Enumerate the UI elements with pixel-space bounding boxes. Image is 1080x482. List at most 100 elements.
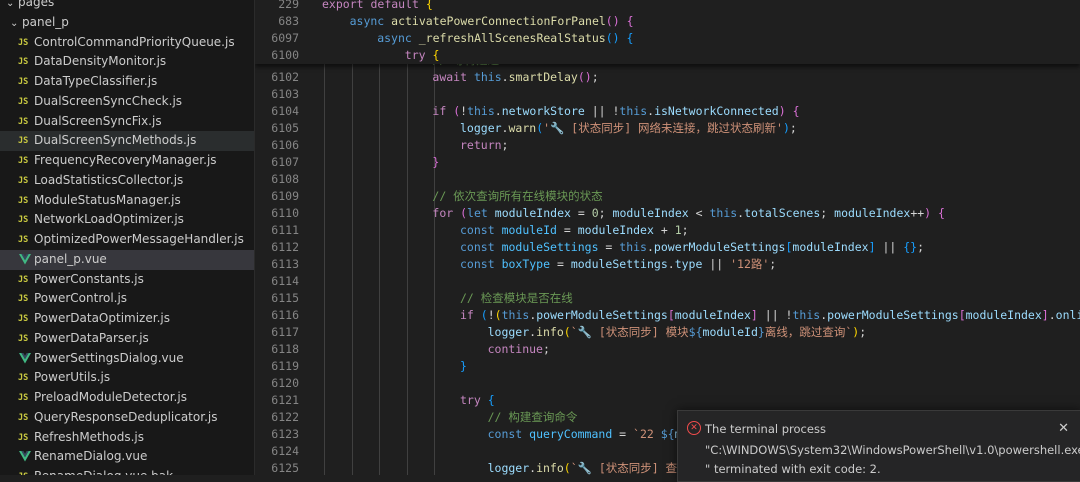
file-item[interactable]: JS LoadStatisticsCollector.js (0, 171, 254, 191)
code-token: . (501, 70, 509, 84)
code-token: // 构建查询命令 (487, 410, 578, 424)
code-line[interactable]: 6121 try { (255, 392, 1080, 409)
code-token: ; (820, 206, 835, 220)
file-item[interactable]: JS NetworkLoadOptimizer.js (0, 210, 254, 230)
code-line[interactable]: 6112 const moduleSettings = this.powerMod… (255, 239, 1080, 256)
code-token: `🔧 [状态同步] 模块 (570, 325, 689, 339)
file-item[interactable]: JS PowerControl.js (0, 289, 254, 309)
code-line[interactable]: 6103 (255, 86, 1080, 103)
code-token: // 依次查询所有在线模块的状态 (432, 189, 603, 203)
file-item[interactable]: JS PowerUtils.js (0, 368, 254, 388)
error-icon: ✕ (687, 421, 701, 435)
sticky-scroll-header[interactable]: 229 export default {683 async activatePowe… (255, 0, 1080, 64)
code-token: ${ (688, 325, 703, 339)
code-token: info (536, 461, 564, 475)
code-token: ] (868, 240, 876, 254)
file-label: ModuleStatusManager.js (34, 192, 181, 207)
code-token: default (370, 0, 419, 11)
code-editor[interactable]: 6101// 等待延迟6102await this.smartDelay();6… (255, 0, 1080, 475)
code-line[interactable]: 6108 (255, 171, 1080, 188)
file-item[interactable]: JS DualScreenSyncMethods.js (0, 131, 254, 151)
code-line[interactable]: 6111 const moduleId = moduleIndex + 1; (255, 222, 1080, 239)
code-token: } (460, 359, 467, 373)
file-item[interactable]: JS ControlCommandPriorityQueue.js (0, 33, 254, 53)
file-item[interactable]: panel_p.vue (0, 249, 254, 270)
code-token: () (605, 14, 620, 28)
folder-pages[interactable]: ⌄ pages (0, 0, 254, 13)
file-label: NetworkLoadOptimizer.js (34, 212, 184, 227)
code-line[interactable]: 6119} (255, 358, 1080, 375)
line-number: 6119 (271, 359, 299, 373)
code-token: ] (1041, 308, 1049, 322)
file-item[interactable]: JS RefreshMethods.js (0, 428, 254, 448)
code-line[interactable]: 6100 try { (255, 47, 1080, 64)
line-number: 6112 (271, 240, 299, 254)
line-number: 6123 (271, 427, 299, 441)
file-item[interactable]: JSRenameDialog.vue.bak (0, 467, 254, 475)
code-line[interactable]: 6102 await this.smartDelay(); (255, 69, 1080, 86)
file-item[interactable]: JS DataDensityMonitor.js (0, 52, 254, 72)
chevron-down-icon: ⌄ (6, 0, 15, 9)
file-item[interactable]: JS PreloadModuleDetector.js (0, 388, 254, 408)
file-item[interactable]: JS DataTypeClassifier.js (0, 72, 254, 92)
code-line[interactable]: 6110 for (let moduleIndex = 0; moduleInde… (255, 205, 1080, 222)
file-item[interactable]: JS QueryResponseDeduplicator.js (0, 408, 254, 428)
code-text: logger.info(`🔧 [状态同步] 模块${moduleId}离线，跳过… (488, 324, 867, 341)
code-text: if (!this.networkStore || !this.isNetwor… (432, 103, 799, 120)
code-line[interactable]: 6116 if (!(this.powerModuleSettings[modul… (255, 307, 1080, 324)
js-file-icon: JS (18, 314, 29, 324)
code-text: } (432, 154, 439, 171)
code-token: `🔧 [状态同步] 查 (570, 461, 678, 475)
code-line[interactable]: 6120 (255, 375, 1080, 392)
file-item[interactable]: JS PowerDataParser.js (0, 329, 254, 349)
code-line[interactable]: 6105 logger.warn('🔧 [状态同步] 网络未连接，跳过状态刷新')… (255, 120, 1080, 137)
code-line[interactable]: 6114 (255, 273, 1080, 290)
file-item[interactable]: JS DualScreenSyncCheck.js (0, 92, 254, 112)
folder-panel-p[interactable]: ⌄ panel_p (0, 13, 254, 33)
code-text: try { (460, 392, 495, 409)
code-text: async _refreshAllScenesRealStatus() { (377, 30, 633, 47)
file-item[interactable]: PowerSettingsDialog.vue (0, 349, 254, 369)
code-token: { (792, 104, 800, 118)
code-token: // 检查模块是否在线 (460, 291, 573, 305)
code-line[interactable]: 6107} (255, 154, 1080, 171)
code-line[interactable]: 6097 async _refreshAllScenesRealStatus() … (255, 30, 1080, 47)
line-number: 6114 (271, 274, 299, 288)
code-line[interactable]: 6106 return; (255, 137, 1080, 154)
file-label: panel_p.vue (34, 251, 107, 266)
code-line[interactable]: 6109 // 依次查询所有在线模块的状态 (255, 188, 1080, 205)
file-item[interactable]: JS PowerDataOptimizer.js (0, 309, 254, 329)
line-number: 6120 (271, 376, 299, 390)
code-line[interactable]: 6104 if (!this.networkStore || !this.isNe… (255, 103, 1080, 120)
file-item[interactable]: JS OptimizedPowerMessageHandler.js (0, 230, 254, 250)
code-line[interactable]: 6118 continue; (255, 341, 1080, 358)
line-number: 6115 (271, 291, 299, 305)
chevron-down-icon: ⌄ (10, 17, 19, 29)
file-label: DualScreenSyncMethods.js (34, 133, 197, 148)
file-label: PowerConstants.js (34, 271, 144, 286)
file-item[interactable]: JS ModuleStatusManager.js (0, 191, 254, 211)
code-text: // 检查模块是否在线 (460, 290, 573, 307)
code-token: . (667, 257, 675, 271)
file-label: FrequencyRecoveryManager.js (34, 153, 217, 167)
close-icon[interactable]: ✕ (1058, 421, 1069, 436)
code-line[interactable]: 683 async activatePowerConnectionForPanel… (255, 13, 1080, 30)
code-token: moduleSettings (570, 257, 668, 271)
js-file-icon: JS (18, 333, 29, 344)
code-line[interactable]: 229 export default { (255, 0, 1080, 13)
code-token: queryCommand (529, 427, 613, 441)
code-token: powerModuleSettings (653, 240, 786, 254)
notification-path: "C:\WINDOWS\System32\WindowsPowerShell\v… (705, 443, 1080, 457)
file-label: PowerDataOptimizer.js (34, 311, 170, 325)
code-line[interactable]: 6113 const boxType = moduleSettings.type … (255, 256, 1080, 273)
file-item[interactable]: JS PowerConstants.js (0, 270, 254, 290)
file-item[interactable]: JS DualScreenSyncFix.js (0, 112, 254, 132)
file-item[interactable]: JS FrequencyRecoveryManager.js (0, 151, 254, 171)
vue-file-icon (19, 451, 31, 462)
file-item[interactable]: RenameDialog.vue (0, 447, 254, 467)
code-line[interactable]: 6115 // 检查模块是否在线 (255, 290, 1080, 307)
code-line[interactable]: 6117 logger.info(`🔧 [状态同步] 模块${moduleId}离… (255, 324, 1080, 341)
